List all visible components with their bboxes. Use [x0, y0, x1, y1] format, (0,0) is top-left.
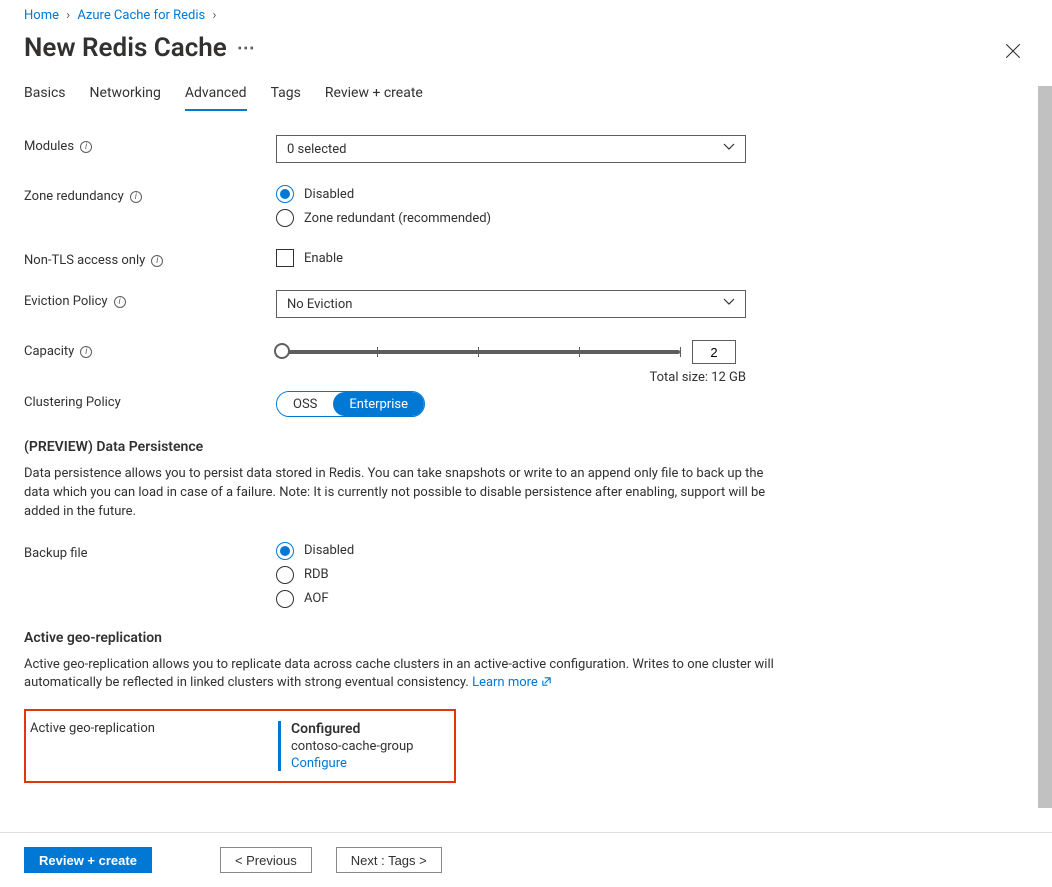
zone-redundant-label: Zone redundant (recommended) [304, 211, 491, 226]
chevron-right-icon: › [66, 8, 70, 23]
geo-status: Configured [291, 721, 454, 737]
non-tls-enable-checkbox[interactable]: Enable [276, 249, 746, 267]
modules-select[interactable]: 0 selected [276, 135, 746, 163]
info-icon[interactable]: i [130, 191, 142, 203]
non-tls-label: Non-TLS access only [24, 253, 145, 268]
modules-label: Modules [24, 139, 74, 154]
eviction-policy-value: No Eviction [287, 297, 352, 312]
review-create-button[interactable]: Review + create [24, 847, 152, 873]
radio-selected-icon [276, 542, 294, 560]
clustering-policy-toggle: OSS Enterprise [276, 391, 425, 417]
tab-networking[interactable]: Networking [90, 85, 161, 111]
persistence-description: Data persistence allows you to persist d… [24, 465, 784, 522]
total-size-text: Total size: 12 GB [276, 370, 746, 385]
radio-selected-icon [276, 185, 294, 203]
chevron-right-icon: › [212, 8, 216, 23]
geo-description: Active geo-replication allows you to rep… [24, 656, 784, 694]
external-link-icon [541, 676, 552, 687]
tabs: Basics Networking Advanced Tags Review +… [24, 85, 1028, 111]
info-icon[interactable]: i [80, 346, 92, 358]
geo-group-name: contoso-cache-group [291, 739, 454, 754]
eviction-policy-label: Eviction Policy [24, 294, 108, 309]
chevron-down-icon [723, 296, 735, 312]
checkbox-unchecked-icon [276, 249, 294, 267]
radio-unselected-icon [276, 590, 294, 608]
vertical-scrollbar[interactable] [1038, 86, 1052, 808]
geo-heading: Active geo-replication [24, 630, 1028, 646]
tab-basics[interactable]: Basics [24, 85, 66, 111]
clustering-policy-label: Clustering Policy [24, 395, 121, 410]
info-icon[interactable]: i [80, 141, 92, 153]
footer-bar: Review + create < Previous Next : Tags > [0, 832, 1052, 887]
non-tls-enable-label: Enable [304, 251, 343, 266]
previous-button[interactable]: < Previous [220, 847, 312, 873]
close-button[interactable] [1004, 42, 1022, 64]
radio-unselected-icon [276, 209, 294, 227]
slider-handle-icon[interactable] [274, 343, 290, 359]
capacity-label: Capacity [24, 344, 74, 359]
close-icon [1004, 42, 1022, 60]
breadcrumb: Home › Azure Cache for Redis › [24, 8, 1028, 23]
backup-aof-option[interactable]: AOF [276, 590, 746, 608]
zone-redundancy-radiogroup: Disabled Zone redundant (recommended) [276, 185, 746, 227]
zone-disabled-label: Disabled [304, 187, 354, 202]
zone-redundant-option[interactable]: Zone redundant (recommended) [276, 209, 746, 227]
persistence-heading: (PREVIEW) Data Persistence [24, 439, 1028, 455]
breadcrumb-parent[interactable]: Azure Cache for Redis [77, 8, 205, 23]
tab-review[interactable]: Review + create [325, 85, 423, 111]
capacity-input[interactable] [692, 340, 736, 364]
clustering-oss-option[interactable]: OSS [277, 392, 333, 416]
capacity-slider[interactable] [276, 350, 680, 354]
zone-redundancy-label: Zone redundancy [24, 189, 124, 204]
geo-learn-more-link[interactable]: Learn more [472, 675, 552, 690]
tab-tags[interactable]: Tags [271, 85, 301, 111]
tab-advanced[interactable]: Advanced [185, 85, 247, 111]
backup-disabled-option[interactable]: Disabled [276, 542, 746, 560]
next-button[interactable]: Next : Tags > [336, 847, 442, 873]
geo-configure-link[interactable]: Configure [291, 756, 347, 771]
geo-replication-highlight: Active geo-replication Configured contos… [24, 709, 456, 783]
backup-rdb-label: RDB [304, 567, 329, 582]
backup-disabled-label: Disabled [304, 543, 354, 558]
info-icon[interactable]: i [151, 255, 163, 267]
info-icon[interactable]: i [114, 296, 126, 308]
modules-select-value: 0 selected [287, 142, 346, 157]
geo-replication-label: Active geo-replication [26, 721, 278, 771]
eviction-policy-select[interactable]: No Eviction [276, 290, 746, 318]
backup-rdb-option[interactable]: RDB [276, 566, 746, 584]
more-icon[interactable]: ⋯ [237, 38, 256, 59]
backup-file-radiogroup: Disabled RDB AOF [276, 542, 746, 608]
zone-disabled-option[interactable]: Disabled [276, 185, 746, 203]
scrollbar-thumb[interactable] [1038, 86, 1052, 808]
breadcrumb-home[interactable]: Home [24, 8, 59, 23]
backup-aof-label: AOF [304, 591, 329, 606]
clustering-enterprise-option[interactable]: Enterprise [333, 392, 424, 416]
page-title: New Redis Cache [24, 33, 227, 63]
backup-file-label: Backup file [24, 546, 88, 561]
chevron-down-icon [723, 141, 735, 157]
radio-unselected-icon [276, 566, 294, 584]
